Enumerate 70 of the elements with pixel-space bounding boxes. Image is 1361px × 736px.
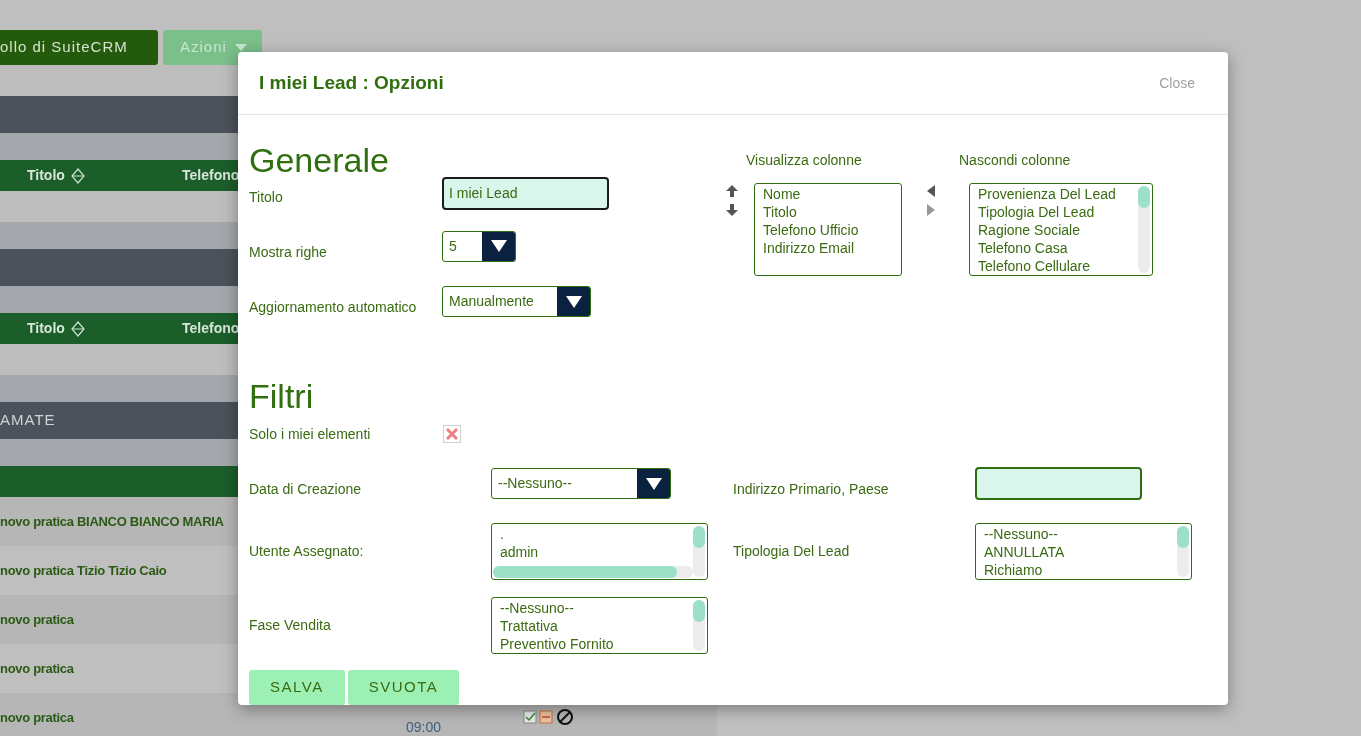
column-header[interactable]: Telefono [182, 165, 240, 186]
list-option[interactable]: Tipologia Del Lead [978, 203, 1095, 221]
table-cell[interactable]: novo pratica Tizio Tizio Caio [0, 560, 167, 581]
list-option[interactable]: Preventivo Fornito [500, 635, 614, 653]
list-box[interactable]: Provenienza Del Lead Tipologia Del Lead Ragione Sociale Telefono Casa Telefono Cellulare [969, 183, 1153, 276]
list-box[interactable]: . admin [491, 523, 708, 580]
list-option[interactable]: admin [500, 543, 539, 561]
list-option[interactable]: --Nessuno-- [984, 525, 1058, 543]
up-arrow-icon[interactable] [726, 185, 738, 197]
scrollbar[interactable] [693, 600, 705, 651]
column-header[interactable]: Telefono [182, 318, 240, 339]
right-arrow-icon[interactable] [924, 204, 937, 216]
section-title: AMATE [0, 410, 56, 431]
field-label: Solo i miei elementi [249, 424, 372, 444]
sort-icon[interactable] [70, 320, 85, 337]
select-field[interactable]: 5 [442, 230, 516, 262]
list-box[interactable]: --Nessuno-- ANNULLATA Richiamo [975, 523, 1192, 580]
list-option[interactable]: Provenienza Del Lead [978, 185, 1116, 203]
field-label: Utente Assegnato: [249, 542, 365, 561]
list-option[interactable]: Richiamo [984, 561, 1043, 579]
scrollbar[interactable] [693, 526, 705, 577]
list-option[interactable]: Titolo [763, 203, 797, 221]
caret-icon [234, 44, 247, 51]
scrollbar[interactable] [1177, 526, 1189, 577]
list-option[interactable]: --Nessuno-- [500, 599, 574, 617]
checkbox[interactable] [443, 425, 461, 443]
down-arrow-icon[interactable] [726, 204, 738, 216]
list-option[interactable]: Indirizzo Email [763, 239, 855, 257]
table-cell[interactable]: novo pratica [0, 707, 74, 728]
list-option[interactable]: Ragione Sociale [978, 221, 1080, 239]
table-cell-text: 09:00 [406, 718, 442, 736]
field-label: Fase Vendita [249, 616, 332, 635]
caret-icon [645, 477, 662, 490]
action-button[interactable]: SALVA [249, 670, 345, 705]
list-option[interactable]: Nome [763, 185, 801, 203]
action-button[interactable]: SVUOTA [347, 670, 460, 705]
table-cell[interactable]: novo pratica [0, 658, 74, 679]
list-option[interactable]: Telefono Casa [978, 239, 1068, 257]
module-button[interactable]: ollo di SuiteCRM [0, 30, 158, 65]
list-option[interactable]: . [500, 525, 504, 543]
select-field[interactable]: Manualmente [442, 286, 591, 317]
scrollbar[interactable] [1138, 186, 1150, 273]
text-field[interactable] [975, 467, 1142, 500]
column-header[interactable]: Titolo [27, 165, 182, 186]
text-field[interactable]: I miei Lead [442, 176, 609, 210]
list-box[interactable]: --Nessuno-- Trattativa Preventivo Fornito [491, 597, 708, 654]
list-label: Nascondi colonne [959, 151, 1072, 170]
field-label: Tipologia Del Lead [733, 542, 851, 561]
field-label: Aggiornamento automatico [249, 298, 418, 317]
caret-icon [490, 240, 507, 252]
caret-icon [565, 295, 582, 308]
sort-icon[interactable] [70, 167, 85, 184]
list-box[interactable]: Nome Titolo Telefono Ufficio Indirizzo Email [754, 183, 902, 276]
list-option[interactable]: ANNULLATA [984, 543, 1065, 561]
list-option[interactable]: Telefono Cellulare [978, 257, 1091, 275]
field-label: Indirizzo Primario, Paese [733, 480, 890, 499]
table-cell[interactable]: novo pratica BIANCO BIANCO MARIA [0, 511, 224, 532]
select-field[interactable]: --Nessuno-- [491, 468, 671, 499]
section-heading: Filtri [249, 379, 315, 413]
field-label: Data di Creazione [249, 480, 363, 499]
scrollbar[interactable] [493, 566, 693, 578]
dialog-title: I miei Lead : Opzioni [259, 70, 444, 95]
table-cell[interactable]: novo pratica [0, 609, 74, 630]
field-label: Titolo [249, 187, 284, 207]
list-option[interactable]: Trattativa [500, 617, 558, 635]
status-icons-drawing [523, 709, 575, 725]
field-label: Mostra righe [249, 242, 328, 262]
section-heading: Generale [249, 145, 390, 175]
column-header[interactable]: Titolo [27, 318, 182, 339]
list-option[interactable]: Telefono Ufficio [763, 221, 859, 239]
